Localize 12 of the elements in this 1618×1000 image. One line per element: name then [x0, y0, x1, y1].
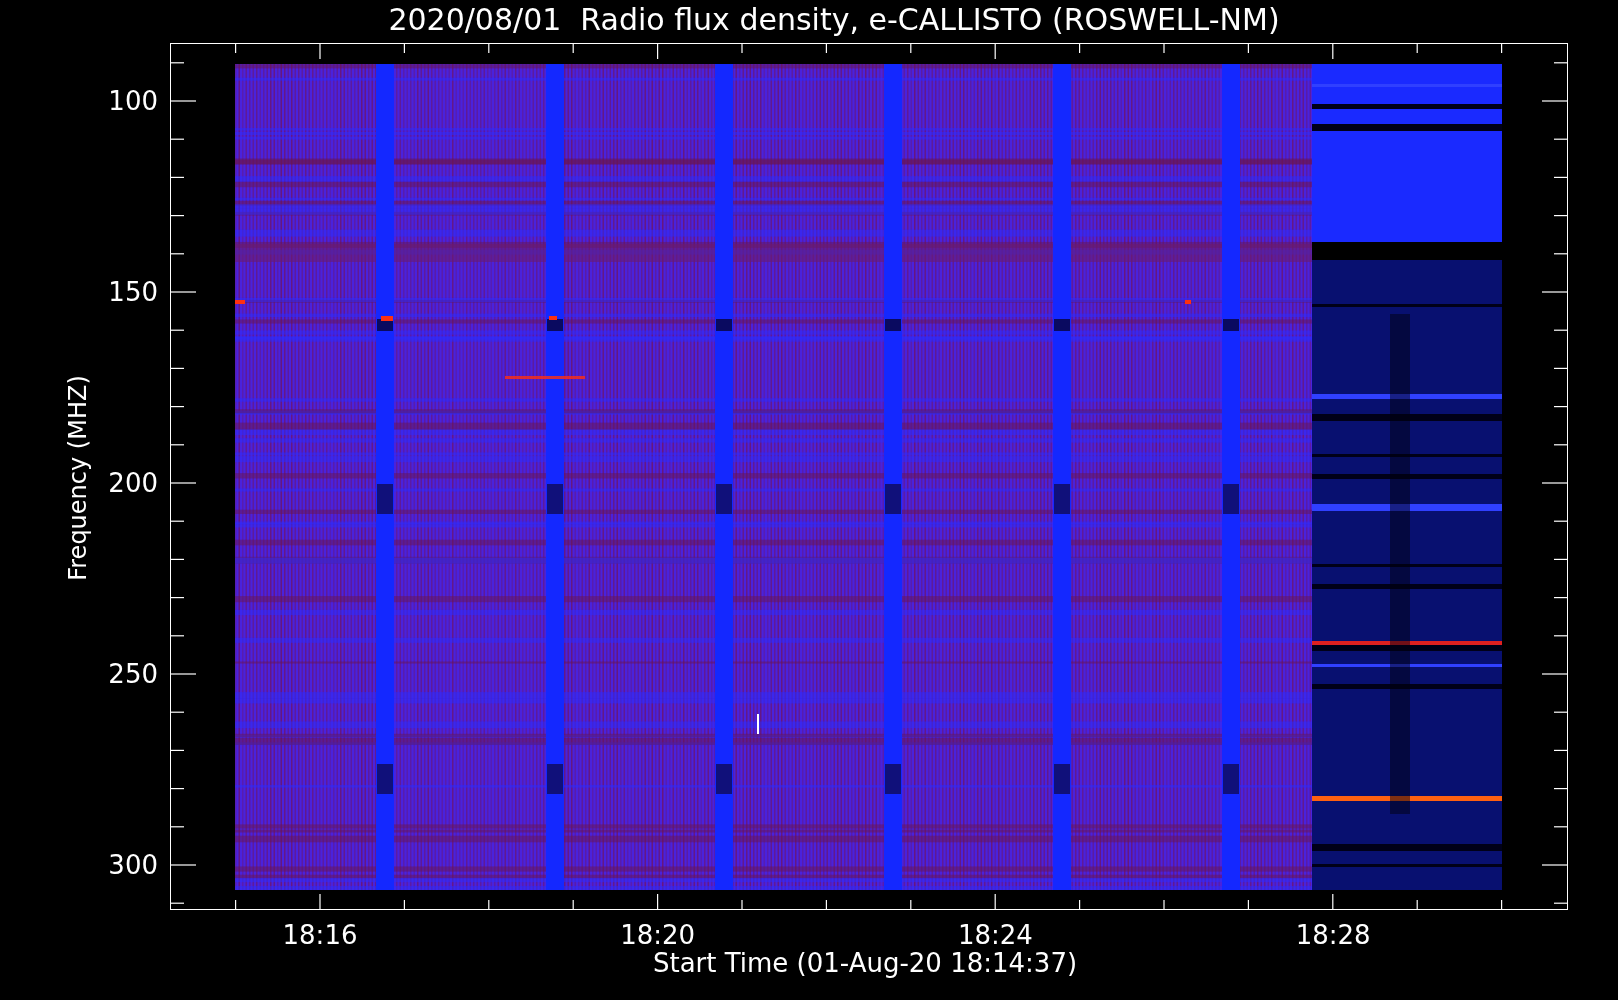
y-tick-label: 100 — [108, 86, 158, 116]
x-tick-label: 18:16 — [282, 920, 358, 950]
y-tick-label: 200 — [108, 468, 158, 498]
x-axis-label: Start Time (01-Aug-20 18:14:37) — [652, 948, 1078, 978]
chart-title: 2020/08/01 Radio flux density, e-CALLISTO (ROSWELL-NM) — [388, 1, 1280, 39]
y-tick-label: 250 — [108, 659, 158, 689]
y-tick-label: 300 — [108, 850, 158, 880]
x-tick-label: 18:28 — [1295, 920, 1371, 950]
x-tick-label: 18:20 — [620, 920, 696, 950]
y-tick-label: 150 — [108, 277, 158, 307]
y-axis-label: Frequency (MHZ) — [64, 375, 92, 581]
x-tick-label: 18:24 — [957, 920, 1033, 950]
